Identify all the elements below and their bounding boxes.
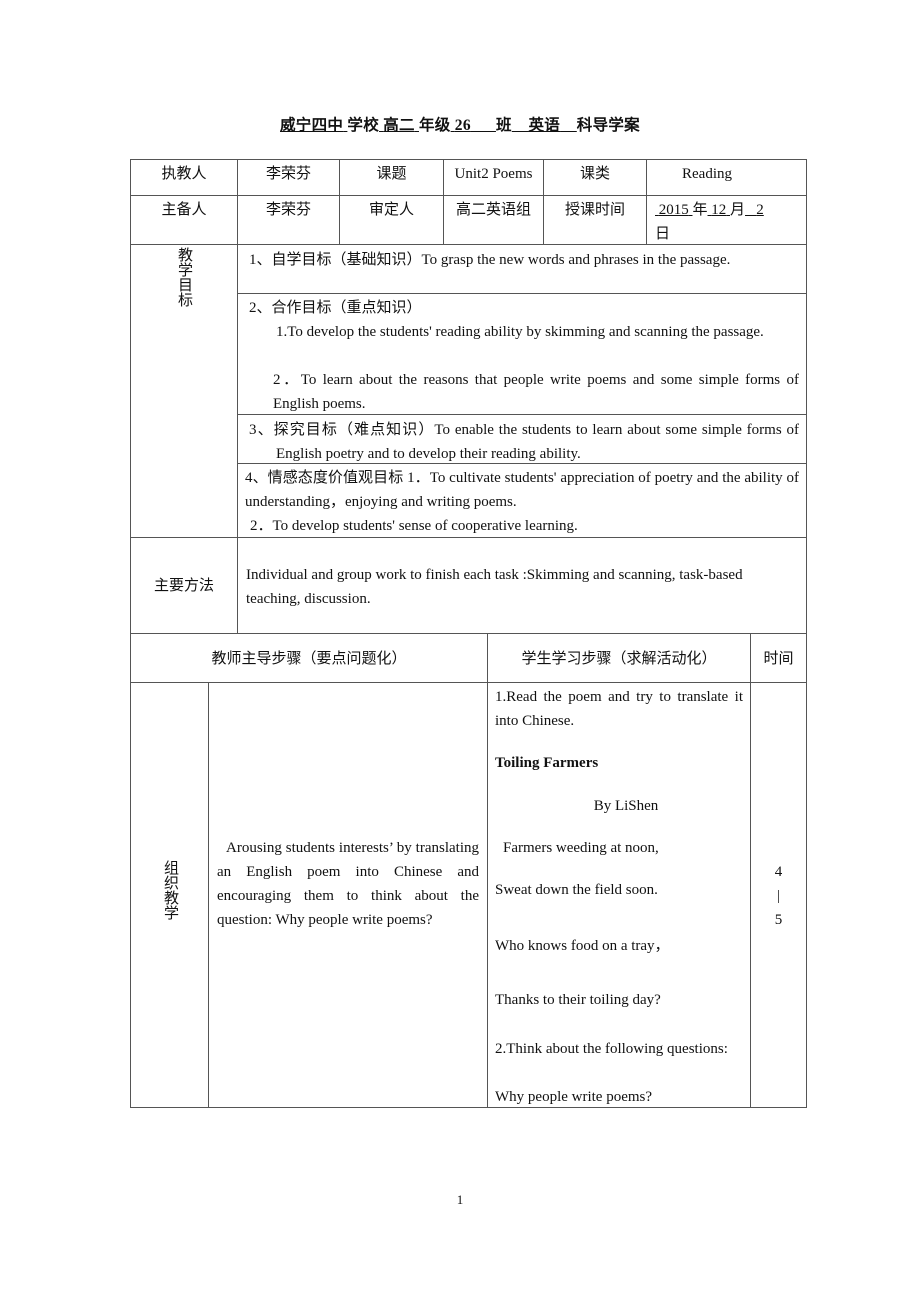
poem-line: Farmers weeding at noon, (503, 840, 659, 856)
row-divider (130, 682, 807, 683)
goal-2-line-2: 2．To learn about the reasons that people… (273, 372, 799, 412)
time-start: 4 (774, 864, 783, 880)
teacher-name: 李荣芬 (265, 166, 311, 182)
goal-3: 3、探究目标（难点知识）To enable the students to le… (249, 418, 799, 466)
grade-suffix: 年级 (418, 117, 451, 134)
goal-divider (237, 293, 807, 294)
school-suffix: 学校 (347, 117, 379, 134)
school-name: 威宁四中 (280, 117, 344, 134)
date-day: 2 (756, 202, 764, 218)
method-label: 主要方法 (153, 578, 214, 594)
teacher-step-text: Arousing students interests’ by translat… (217, 840, 479, 928)
class-number: 26 (454, 117, 471, 134)
row-divider (130, 633, 807, 634)
subject-suffix: 科导学案 (576, 117, 640, 134)
subject: 英语 (528, 117, 561, 134)
topic-label: 课题 (376, 166, 407, 182)
poem-title: Toiling Farmers (495, 755, 599, 771)
time-label: 授课时间 (564, 202, 625, 218)
teacher-label: 执教人 (161, 166, 207, 182)
class-suffix: 班 (495, 117, 512, 134)
type-label: 课类 (579, 166, 610, 182)
time-separator: | (776, 888, 780, 904)
date-day-unit: 日 (655, 226, 671, 242)
date-month: 12 (711, 202, 727, 218)
date-year: 2015 (658, 202, 689, 218)
goal-4: 4、情感态度价值观目标 1．To cultivate students' app… (245, 470, 799, 510)
goal-4-line-2: 2．To develop students' sense of cooperat… (250, 518, 578, 534)
student-question: Why people write poems? (495, 1089, 653, 1105)
goal-1: 1、自学目标（基础知识）To grasp the new words and p… (249, 252, 731, 268)
student-task-2: 2.Think about the following questions: (495, 1041, 728, 1057)
preparer-name: 李荣芬 (265, 202, 311, 218)
time-value: 4 | 5 (751, 860, 806, 932)
student-steps-header: 学生学习步骤（求解活动化） (521, 651, 717, 667)
goals-label: 教学目标 (131, 247, 237, 315)
goals-label-text: 教学目标 (176, 247, 192, 307)
method-text: Individual and group work to finish each… (246, 567, 743, 607)
preparer-label: 主备人 (161, 202, 207, 218)
document-title: 威宁四中 学校 高二 年级 26 班 英语 科导学案 (0, 113, 920, 135)
table-border-top (130, 159, 807, 160)
col-divider (237, 244, 238, 634)
date-month-unit: 月 (730, 202, 746, 218)
row-divider (130, 195, 807, 196)
poem-line: Sweat down the field soon. (495, 882, 658, 898)
poem-author: By LiShen (593, 798, 659, 814)
time-end: 5 (774, 912, 783, 928)
goal-2-line-1: 1.To develop the students' reading abili… (276, 324, 764, 340)
poem-line: Who knows food on a tray， (495, 938, 670, 954)
time-header: 时间 (763, 651, 794, 667)
stage-label-text: 组织教学 (162, 860, 178, 920)
student-task-1: 1.Read the poem and try to translate it … (495, 689, 743, 729)
goal-3-text: 3、探究目标（难点知识）To enable the students to le… (249, 422, 799, 462)
col-divider (487, 633, 488, 1108)
poem-line: Thanks to their toiling day? (495, 992, 661, 1008)
date-year-unit: 年 (692, 202, 708, 218)
teacher-steps-header: 教师主导步骤（要点问题化） (211, 651, 407, 667)
reviewer-label: 审定人 (368, 202, 414, 218)
type-value: Reading (682, 166, 732, 182)
reviewer-value: 高二英语组 (455, 202, 531, 218)
page-number: 1 (456, 1192, 464, 1207)
goal-2-heading: 2、合作目标（重点知识） (249, 300, 422, 316)
topic-value: Unit2 Poems (454, 166, 533, 182)
grade: 高二 (383, 117, 415, 134)
col-divider (208, 682, 209, 1108)
table-border-right (806, 159, 807, 1108)
stage-label: 组织教学 (131, 860, 208, 925)
lesson-date: 2015 年 12 月 2 日 (655, 198, 801, 246)
